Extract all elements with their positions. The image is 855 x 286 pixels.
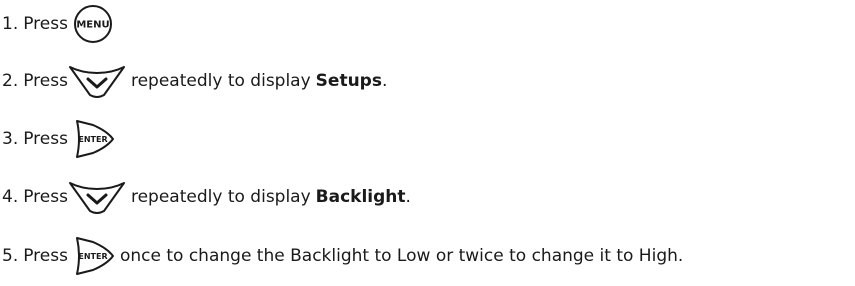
down-arrow-key-icon[interactable] xyxy=(68,177,126,217)
enter-key-icon[interactable]: ENTER xyxy=(73,119,115,159)
step-description: repeatedly to display xyxy=(130,187,311,207)
step-number: 2. xyxy=(2,71,19,91)
menu-key-icon[interactable]: MENU xyxy=(73,4,113,44)
step-action: Press xyxy=(23,129,68,149)
step-number: 1. xyxy=(2,14,19,34)
menu-option-setups: Setups xyxy=(315,71,382,91)
step-number: 4. xyxy=(2,187,19,207)
step-punctuation: . xyxy=(405,187,411,207)
step-number: 3. xyxy=(2,129,19,149)
step-action: Press xyxy=(23,187,68,207)
step-2: 2. Press repeatedly to display Setups. xyxy=(2,61,387,101)
step-description: repeatedly to display xyxy=(130,71,311,91)
down-arrow-key-icon[interactable] xyxy=(68,61,126,101)
step-1: 1. Press MENU xyxy=(2,4,113,44)
step-action: Press xyxy=(23,246,68,266)
step-5: 5. Press ENTER once to change the Backli… xyxy=(2,236,683,276)
step-4: 4. Press repeatedly to display Backlight… xyxy=(2,177,411,217)
step-punctuation: . xyxy=(381,71,388,91)
enter-key-label: ENTER xyxy=(78,135,107,144)
menu-option-backlight: Backlight xyxy=(315,187,406,207)
enter-key-label: ENTER xyxy=(78,252,107,261)
step-action: Press xyxy=(23,14,68,34)
step-action: Press xyxy=(23,71,68,91)
menu-key-label: MENU xyxy=(76,20,109,31)
step-3: 3. Press ENTER xyxy=(2,119,115,159)
enter-key-icon[interactable]: ENTER xyxy=(73,236,115,276)
step-description: once to change the Backlight to Low or t… xyxy=(119,246,684,266)
step-number: 5. xyxy=(2,246,19,266)
